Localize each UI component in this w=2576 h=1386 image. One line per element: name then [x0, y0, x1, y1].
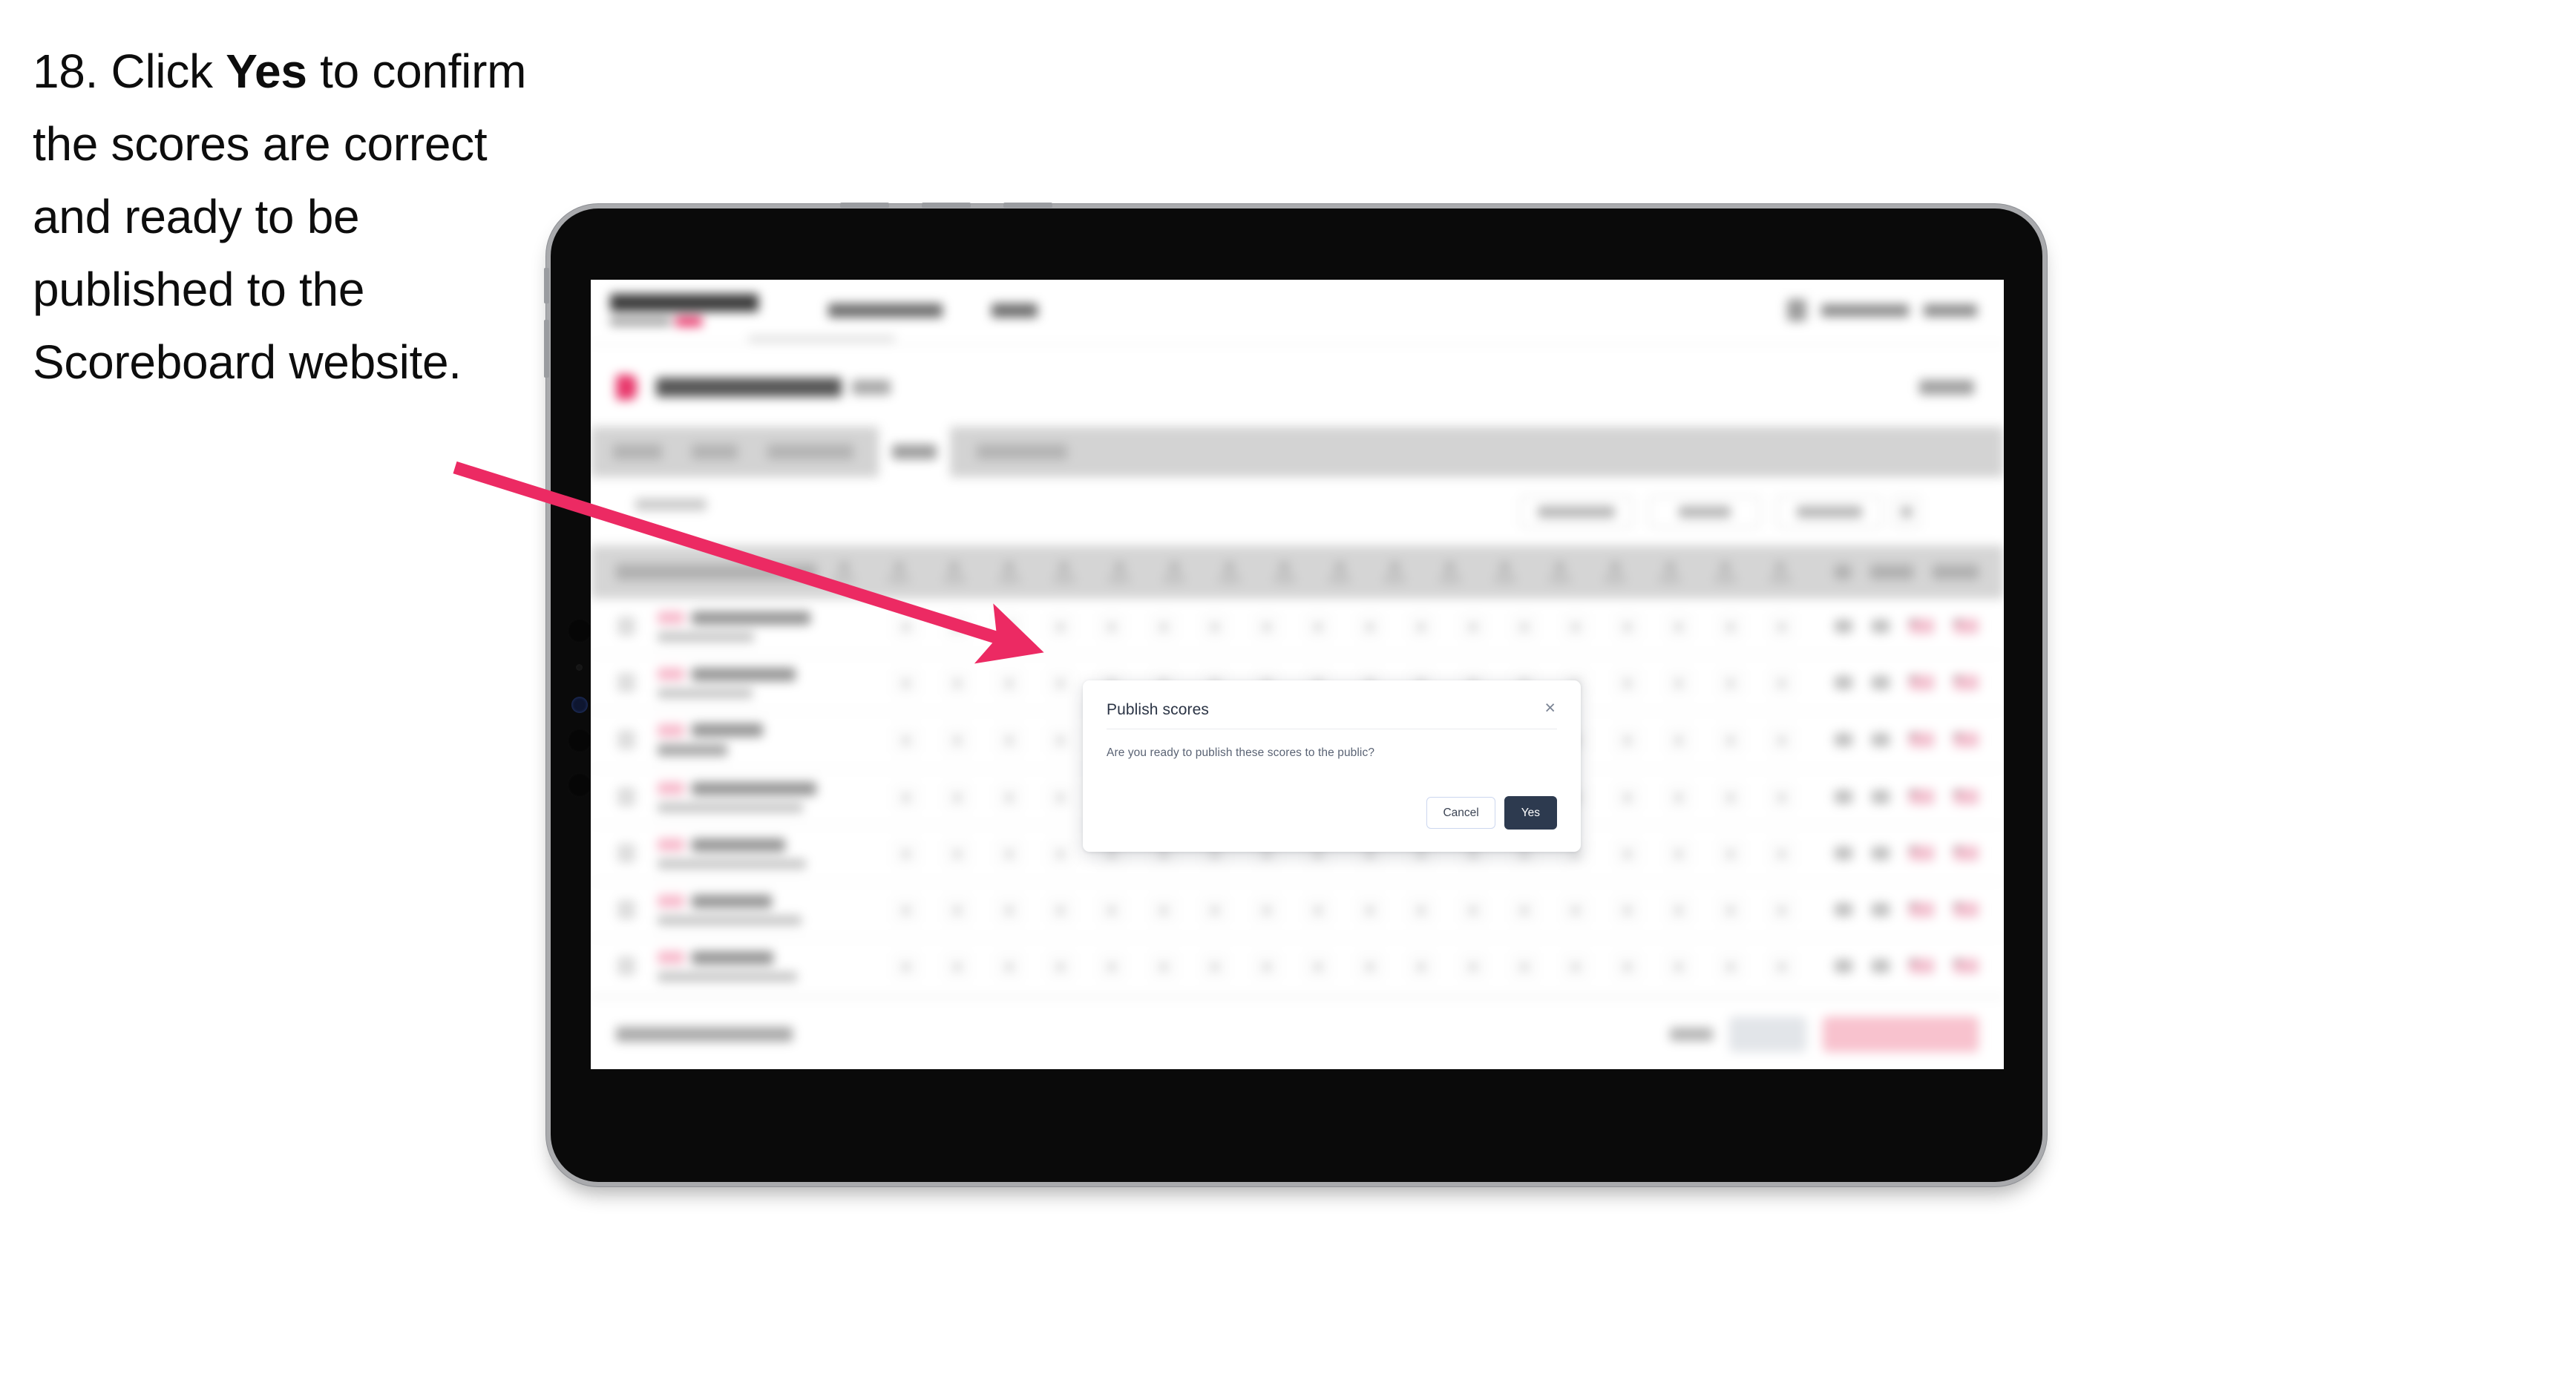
filter-pill-3[interactable] [1777, 496, 1882, 528]
player-name-cell [658, 950, 880, 982]
caption-text-before: Click [98, 45, 226, 98]
event-title-row [591, 357, 2004, 418]
dialog-title: Publish scores [1107, 701, 1209, 718]
publish-scores-dialog: Publish scores × Are you ready to publis… [1083, 680, 1581, 852]
instruction-caption: 18. Click Yes to confirm the scores are … [33, 36, 567, 399]
tablet-screen: Publish scores × Are you ready to publis… [591, 280, 2004, 1069]
camera-lens-icon-4 [567, 772, 592, 798]
player-flag-icon [658, 782, 684, 795]
app-logo[interactable] [610, 294, 766, 326]
tab-score-entry[interactable] [767, 444, 853, 459]
cancel-link[interactable] [1670, 1028, 1713, 1041]
nav-item-scoreboards[interactable] [828, 303, 943, 318]
header-divider [591, 344, 2004, 345]
back-link[interactable] [1919, 380, 1974, 395]
player-flag-icon [658, 838, 684, 851]
close-icon[interactable]: × [1543, 699, 1557, 717]
filter-settings-icon[interactable] [1892, 496, 1921, 528]
player-flag-icon [658, 611, 684, 624]
camera-lens-icon-2 [571, 697, 588, 713]
camera-sensor-icon [576, 664, 583, 671]
camera-lens-icon-3 [567, 728, 592, 753]
nav-active-underline [748, 336, 895, 341]
event-flag-icon [616, 375, 637, 400]
player-flag-icon [658, 723, 684, 737]
row-checkbox[interactable] [617, 900, 635, 919]
tab-teams[interactable] [692, 444, 738, 459]
tablet-device-frame: Publish scores × Are you ready to publis… [544, 203, 2042, 1182]
player-name-cell [658, 894, 880, 925]
dialog-header: Publish scores × [1107, 699, 1557, 729]
row-checkbox[interactable] [617, 730, 635, 749]
player-name-cell [658, 781, 880, 812]
column-header-score [1933, 565, 1979, 579]
yes-button[interactable]: Yes [1504, 795, 1557, 830]
score-column-headers [816, 562, 1808, 582]
filter-bar [591, 480, 2004, 544]
player-flag-icon [658, 951, 684, 964]
player-name-cell [658, 723, 880, 756]
tab-leaderboard[interactable] [977, 444, 1067, 459]
sign-out-link[interactable] [1924, 303, 1977, 317]
caption-emphasis: Yes [226, 45, 307, 98]
dialog-actions: Cancel Yes [1426, 795, 1557, 830]
player-name-cell [658, 611, 880, 642]
row-checkbox[interactable] [617, 617, 635, 636]
row-checkbox[interactable] [617, 956, 635, 976]
dialog-message: Are you ready to publish these scores to… [1107, 746, 1375, 759]
table-header [591, 545, 2004, 599]
row-checkbox[interactable] [617, 673, 635, 692]
filter-pill-2[interactable] [1649, 496, 1760, 528]
table-row[interactable] [591, 939, 2004, 995]
table-row[interactable] [591, 882, 2004, 939]
device-top-button-2 [922, 203, 971, 208]
slide-canvas: 18. Click Yes to confirm the scores are … [0, 0, 2576, 1386]
player-name-cell [658, 838, 880, 869]
camera-lens-icon-1 [567, 618, 592, 643]
user-name-label [1821, 303, 1909, 317]
nav-item-events[interactable] [992, 303, 1038, 318]
search-input[interactable] [613, 499, 1489, 525]
event-subtitle [852, 380, 891, 395]
player-flag-icon [658, 668, 684, 680]
device-volume-button [544, 320, 549, 378]
publish-scores-button[interactable] [1823, 1016, 1979, 1052]
tab-results-active[interactable] [879, 427, 950, 477]
player-name-cell [658, 667, 880, 698]
player-flag-icon [658, 895, 684, 907]
cancel-button[interactable]: Cancel [1426, 796, 1495, 829]
caption-step-number: 18. [33, 45, 99, 98]
column-header-player [616, 564, 816, 580]
tab-bar [591, 427, 2004, 477]
device-top-button-1 [840, 203, 889, 208]
app-header [591, 280, 2004, 341]
column-header-par [1835, 565, 1851, 579]
filter-pill-1[interactable] [1520, 496, 1633, 528]
secondary-action-button[interactable] [1729, 1016, 1806, 1052]
event-title [656, 378, 842, 397]
row-checkbox[interactable] [617, 844, 635, 863]
tab-details[interactable] [613, 444, 662, 459]
avatar[interactable] [1787, 299, 1806, 321]
scoreboard-app-background [591, 280, 2004, 1069]
row-checkbox[interactable] [617, 787, 635, 807]
device-top-button-3 [1003, 203, 1052, 208]
table-row[interactable] [591, 599, 2004, 655]
column-header-total [1870, 565, 1913, 579]
bottom-action-bar [591, 998, 2004, 1069]
device-power-button [544, 268, 549, 303]
status-message [616, 1027, 793, 1042]
